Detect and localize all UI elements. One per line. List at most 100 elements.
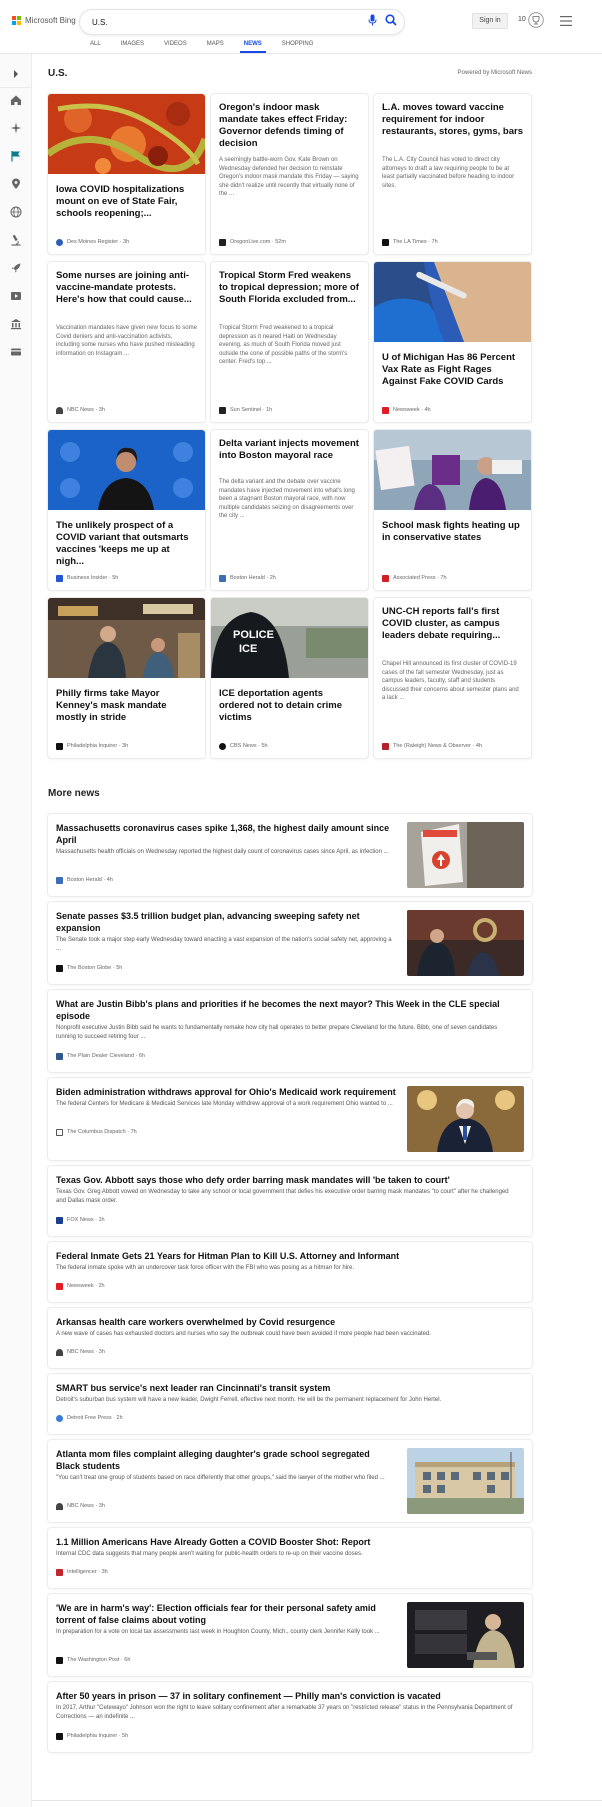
source-name: The Plain Dealer Cleveland xyxy=(67,1053,134,1059)
news-row[interactable]: Biden administration withdraws approval … xyxy=(48,1078,532,1160)
search-box[interactable] xyxy=(80,10,404,34)
row-snippet: The Senate took a major step early Wedne… xyxy=(56,937,392,952)
row-image xyxy=(407,822,524,888)
source-time: 52m xyxy=(275,239,286,245)
source-logo-icon xyxy=(56,1568,63,1576)
row-title[interactable]: SMART bus service's next leader ran Cinc… xyxy=(56,1382,516,1394)
row-snippet: In preparation for a vote on local tax a… xyxy=(56,1629,380,1635)
source-logo-icon xyxy=(56,574,63,582)
rocket-icon[interactable] xyxy=(10,262,22,274)
news-card[interactable]: Some nurses are joining anti-vaccine-man… xyxy=(48,262,205,422)
hamburger-menu-icon[interactable] xyxy=(560,16,572,26)
card-title[interactable]: Oregon's indoor mask mandate takes effec… xyxy=(219,102,360,150)
video-icon[interactable] xyxy=(10,290,22,302)
rewards-trophy-icon[interactable] xyxy=(528,12,544,28)
tab-shopping[interactable]: SHOPPING xyxy=(278,40,318,54)
microphone-icon[interactable] xyxy=(368,14,377,26)
news-card[interactable]: Delta variant injects movement into Bost… xyxy=(211,430,368,590)
row-title[interactable]: What are Justin Bibb's plans and priorit… xyxy=(56,998,516,1022)
news-card[interactable]: Oregon's indoor mask mandate takes effec… xyxy=(211,94,368,254)
card-title[interactable]: The unlikely prospect of a COVID variant… xyxy=(56,520,197,568)
card-snippet: The L.A. City Council has voted to direc… xyxy=(382,157,515,189)
row-source: Philadelphia Inquirer · 5h xyxy=(56,1732,128,1740)
source-time: 3h xyxy=(122,743,129,749)
row-title[interactable]: Atlanta mom files complaint alleging dau… xyxy=(56,1448,396,1472)
news-row[interactable]: What are Justin Bibb's plans and priorit… xyxy=(48,990,532,1072)
card-image xyxy=(48,598,205,678)
globe-icon[interactable] xyxy=(10,206,22,218)
row-title[interactable]: 'We are in harm's way': Election officia… xyxy=(56,1602,396,1626)
card-source: Associated Press · 7h xyxy=(382,574,447,582)
news-card[interactable]: The unlikely prospect of a COVID variant… xyxy=(48,430,205,590)
rewards-count[interactable]: 10 xyxy=(518,16,526,23)
news-row[interactable]: After 50 years in prison — 37 in solitar… xyxy=(48,1682,532,1752)
card-title[interactable]: Tropical Storm Fred weakens to tropical … xyxy=(219,270,360,306)
card-title[interactable]: Iowa COVID hospitalizations mount on eve… xyxy=(56,184,197,220)
left-rail xyxy=(0,54,32,1807)
bing-logo[interactable]: Microsoft Bing xyxy=(12,16,76,25)
source-name: The LA Times xyxy=(393,239,427,245)
location-pin-icon[interactable] xyxy=(10,178,22,190)
news-card[interactable]: Philly firms take Mayor Kenney's mask ma… xyxy=(48,598,205,758)
tab-videos[interactable]: VIDEOS xyxy=(160,40,191,54)
row-title[interactable]: Texas Gov. Abbott says those who defy or… xyxy=(56,1174,516,1186)
card-snippet: The delta variant and the debate over va… xyxy=(219,479,355,519)
news-row[interactable]: Atlanta mom files complaint alleging dau… xyxy=(48,1440,532,1522)
sign-in-button[interactable]: Sign in xyxy=(472,13,508,29)
news-card[interactable]: Tropical Storm Fred weakens to tropical … xyxy=(211,262,368,422)
source-name: The Washington Post xyxy=(67,1657,120,1663)
source-name: CBS News xyxy=(230,743,257,749)
row-source: The Columbus Dispatch · 7h xyxy=(56,1128,137,1136)
credit-card-icon[interactable] xyxy=(10,346,22,358)
news-row[interactable]: Senate passes $3.5 trillion budget plan,… xyxy=(48,902,532,984)
rail-expand-button[interactable] xyxy=(0,58,32,88)
news-card[interactable]: POLICE ICE ICE deportation agents ordere… xyxy=(211,598,368,758)
source-time: 2h xyxy=(116,1415,123,1421)
source-name: Newsweek xyxy=(393,407,420,413)
tab-images[interactable]: IMAGES xyxy=(117,40,148,54)
row-title[interactable]: 1.1 Million Americans Have Already Gotte… xyxy=(56,1536,516,1548)
tab-all[interactable]: ALL xyxy=(86,40,105,54)
news-row[interactable]: Federal Inmate Gets 21 Years for Hitman … xyxy=(48,1242,532,1302)
powered-by-label[interactable]: Powered by Microsoft News xyxy=(458,70,532,76)
sparkle-icon[interactable] xyxy=(10,122,22,134)
news-row[interactable]: 1.1 Million Americans Have Already Gotte… xyxy=(48,1528,532,1588)
bank-icon[interactable] xyxy=(10,318,22,330)
flag-icon[interactable] xyxy=(10,150,22,162)
news-row[interactable]: Massachusetts coronavirus cases spike 1,… xyxy=(48,814,532,896)
news-card[interactable]: L.A. moves toward vaccine requirement fo… xyxy=(374,94,531,254)
source-logo-icon xyxy=(219,238,226,246)
tab-maps[interactable]: MAPS xyxy=(203,40,228,54)
card-title[interactable]: Delta variant injects movement into Bost… xyxy=(219,438,360,462)
news-row[interactable]: Texas Gov. Abbott says those who defy or… xyxy=(48,1166,532,1236)
source-logo-icon xyxy=(56,742,63,750)
row-title[interactable]: Arkansas health care workers overwhelmed… xyxy=(56,1316,516,1328)
news-card[interactable]: U of Michigan Has 86 Percent Vax Rate as… xyxy=(374,262,531,422)
news-row[interactable]: Arkansas health care workers overwhelmed… xyxy=(48,1308,532,1368)
news-row[interactable]: 'We are in harm's way': Election officia… xyxy=(48,1594,532,1676)
card-title[interactable]: School mask fights heating up in conserv… xyxy=(382,520,523,544)
microscope-icon[interactable] xyxy=(10,234,22,246)
card-title[interactable]: Some nurses are joining anti-vaccine-man… xyxy=(56,270,197,306)
news-card[interactable]: School mask fights heating up in conserv… xyxy=(374,430,531,590)
news-row[interactable]: SMART bus service's next leader ran Cinc… xyxy=(48,1374,532,1434)
card-source: The (Raleigh) News & Observer · 4h xyxy=(382,742,482,750)
card-title[interactable]: Philly firms take Mayor Kenney's mask ma… xyxy=(56,688,197,724)
search-input[interactable] xyxy=(92,15,352,29)
row-title[interactable]: Federal Inmate Gets 21 Years for Hitman … xyxy=(56,1250,516,1262)
row-title[interactable]: After 50 years in prison — 37 in solitar… xyxy=(56,1690,516,1702)
card-title[interactable]: L.A. moves toward vaccine requirement fo… xyxy=(382,102,523,138)
card-title[interactable]: UNC-CH reports fall's first COVID cluste… xyxy=(382,606,523,642)
row-title[interactable]: Massachusetts coronavirus cases spike 1,… xyxy=(56,822,396,846)
news-card[interactable]: Iowa COVID hospitalizations mount on eve… xyxy=(48,94,205,254)
news-card[interactable]: UNC-CH reports fall's first COVID cluste… xyxy=(374,598,531,758)
row-title[interactable]: Biden administration withdraws approval … xyxy=(56,1086,396,1098)
row-snippet: Internal CDC data suggests that many peo… xyxy=(56,1551,363,1557)
row-title[interactable]: Senate passes $3.5 trillion budget plan,… xyxy=(56,910,396,934)
home-icon[interactable] xyxy=(10,94,22,106)
search-icon[interactable] xyxy=(385,14,397,26)
tab-news[interactable]: NEWS xyxy=(239,40,266,54)
card-title[interactable]: U of Michigan Has 86 Percent Vax Rate as… xyxy=(382,352,523,388)
card-title[interactable]: ICE deportation agents ordered not to de… xyxy=(219,688,360,724)
source-name: Philadelphia Inquirer xyxy=(67,743,118,749)
